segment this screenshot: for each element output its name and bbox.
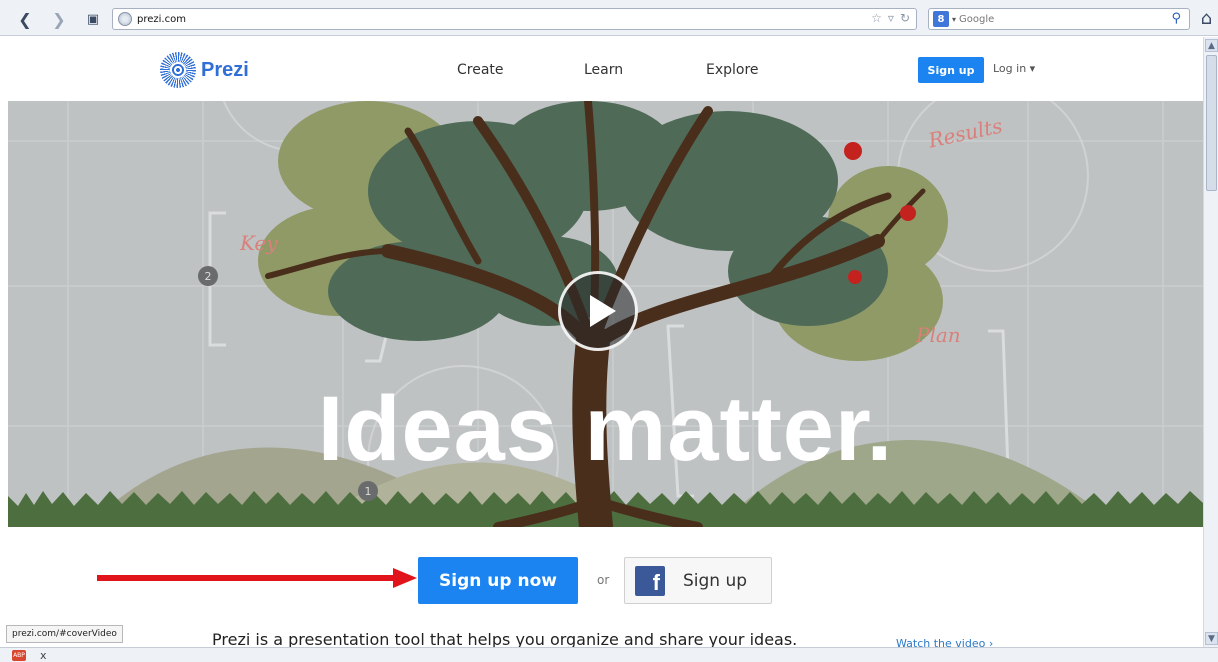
nav-create[interactable]: Create xyxy=(457,62,504,78)
search-placeholder[interactable]: Google xyxy=(959,14,994,25)
step-badge: 1 xyxy=(358,481,378,501)
search-engine-icon[interactable]: 8 xyxy=(933,11,949,27)
download-icon[interactable]: ▣ xyxy=(82,8,104,30)
site-identity-icon[interactable] xyxy=(118,12,132,26)
scroll-thumb[interactable] xyxy=(1206,55,1217,191)
search-icon[interactable]: ⚲ xyxy=(1171,11,1181,26)
forward-icon[interactable]: ❯ xyxy=(48,8,70,30)
logo-text: Prezi xyxy=(201,58,249,81)
site-header: Prezi Create Learn Explore Sign up Log i… xyxy=(0,37,1202,101)
annotation-arrow-icon xyxy=(97,568,417,588)
login-link[interactable]: Log in ▾ xyxy=(993,62,1035,75)
status-bar: ABP x xyxy=(0,647,1218,662)
or-separator: or xyxy=(597,573,610,587)
back-icon[interactable]: ❮ xyxy=(14,8,36,30)
status-url: prezi.com/#coverVideo xyxy=(6,625,123,643)
browser-toolbar: ❮ ❯ ▣ prezi.com ☆ ▿ ↻ 8 ▾ Google ⚲ ⌂ xyxy=(0,0,1218,36)
url-tools: ☆ ▿ ↻ xyxy=(871,11,910,25)
scroll-up-icon[interactable]: ▲ xyxy=(1205,39,1218,52)
facebook-signup-button[interactable]: f Sign up xyxy=(624,557,772,604)
engine-dropdown-icon[interactable]: ▾ xyxy=(952,15,956,24)
scroll-down-icon[interactable]: ▼ xyxy=(1205,632,1218,645)
vertical-scrollbar[interactable]: ▲ ▼ xyxy=(1203,37,1218,647)
header-signup-button[interactable]: Sign up xyxy=(918,57,984,83)
url-text[interactable]: prezi.com xyxy=(137,14,186,25)
nav-learn[interactable]: Learn xyxy=(584,62,623,78)
hero-title: Ideas matter. xyxy=(317,378,894,480)
signup-now-button[interactable]: Sign up now xyxy=(418,557,578,604)
addon-icon[interactable]: ABP xyxy=(12,649,26,661)
bookmark-star-icon[interactable]: ☆ xyxy=(871,11,882,25)
hero-label-plan: Plan xyxy=(916,323,961,347)
hero-video-cover[interactable]: Key Results Plan 2 1 Ideas matter. xyxy=(8,101,1203,527)
search-bar[interactable]: 8 ▾ Google ⚲ xyxy=(928,8,1190,30)
close-icon[interactable]: x xyxy=(40,649,47,662)
url-bar[interactable]: prezi.com ☆ ▿ ↻ xyxy=(112,8,917,30)
play-video-button[interactable] xyxy=(558,271,638,351)
facebook-icon: f xyxy=(635,565,665,596)
reload-icon[interactable]: ↻ xyxy=(900,11,910,25)
dropdown-icon[interactable]: ▿ xyxy=(888,11,894,25)
facebook-signup-label: Sign up xyxy=(683,570,748,591)
step-badge: 2 xyxy=(198,266,218,286)
prezi-logo[interactable]: Prezi xyxy=(160,52,249,88)
nav-explore[interactable]: Explore xyxy=(706,62,759,78)
prezi-logo-icon xyxy=(160,52,196,88)
hero-label-key: Key xyxy=(240,231,278,255)
home-icon[interactable]: ⌂ xyxy=(1201,8,1212,29)
